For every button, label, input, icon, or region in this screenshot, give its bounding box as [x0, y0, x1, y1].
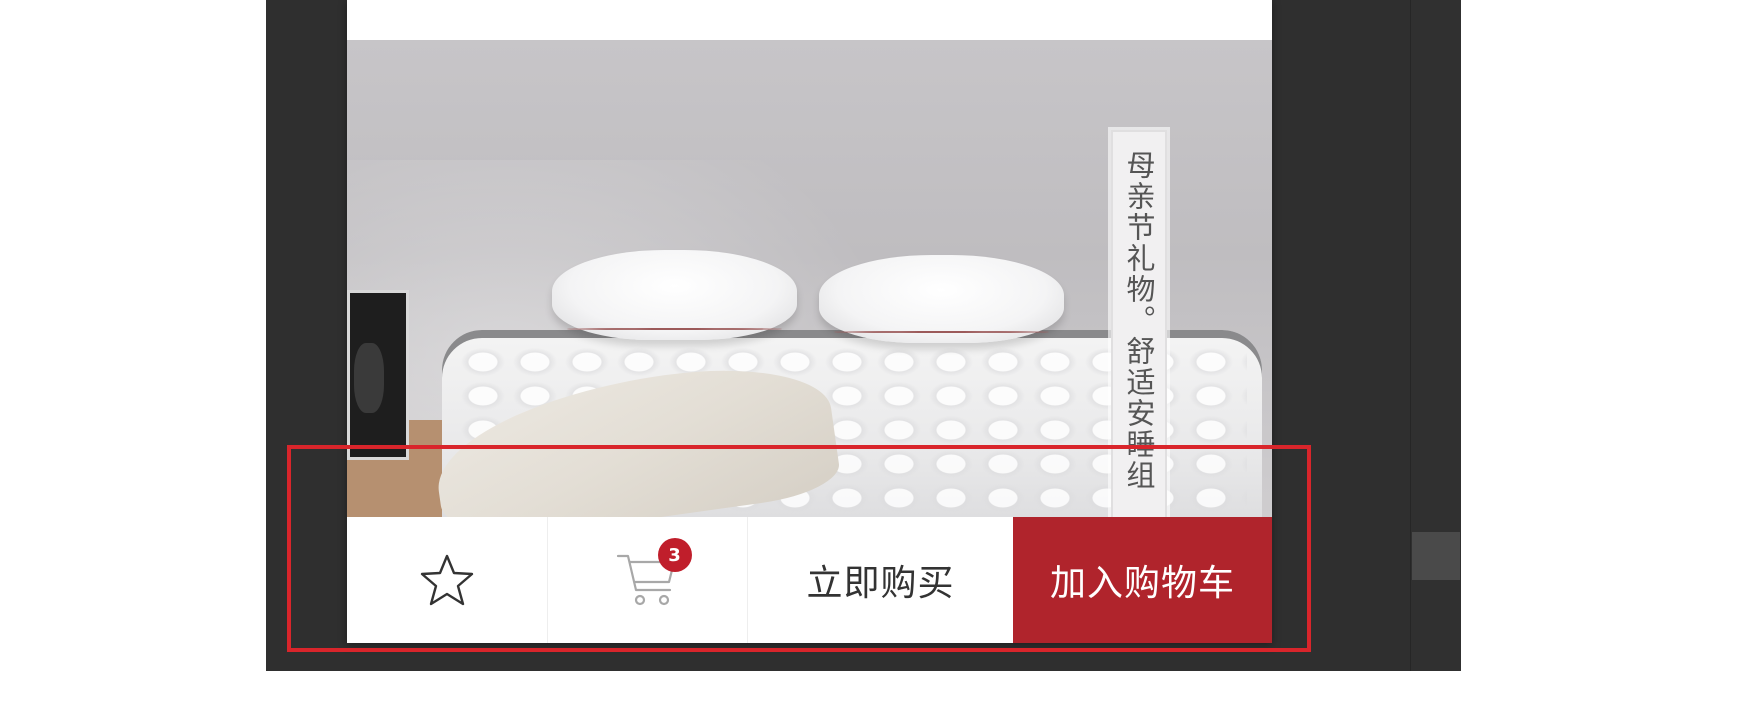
stage: 母亲节礼物。舒适安睡组 3 立即购买 加入购物车 — [0, 0, 1758, 710]
star-outline-icon — [420, 554, 474, 606]
wall-picture-art — [354, 343, 384, 413]
add-to-cart-button[interactable]: 加入购物车 — [1013, 517, 1272, 643]
cart-button[interactable]: 3 — [548, 517, 748, 643]
pillow-right — [819, 255, 1064, 343]
promo-banner-text: 母亲节礼物。舒适安睡组 — [1122, 150, 1156, 491]
wall-picture-frame — [347, 290, 409, 460]
add-to-cart-label: 加入购物车 — [1049, 563, 1235, 604]
cart-count-badge: 3 — [657, 538, 692, 572]
buy-now-label: 立即购买 — [806, 563, 955, 604]
top-blank-area — [347, 0, 1272, 40]
buy-now-button[interactable]: 立即购买 — [748, 517, 1013, 643]
bottom-action-bar: 3 立即购买 加入购物车 — [347, 517, 1272, 643]
pillow-left — [552, 250, 797, 340]
mobile-preview: 母亲节礼物。舒适安睡组 3 立即购买 加入购物车 — [347, 0, 1272, 643]
scrollbar-thumb[interactable] — [1412, 532, 1460, 580]
promo-banner: 母亲节礼物。舒适安睡组 — [1111, 130, 1167, 517]
cart-icon-wrap: 3 — [614, 538, 692, 610]
favorite-button[interactable] — [347, 517, 548, 643]
product-image: 母亲节礼物。舒适安睡组 — [347, 40, 1272, 517]
